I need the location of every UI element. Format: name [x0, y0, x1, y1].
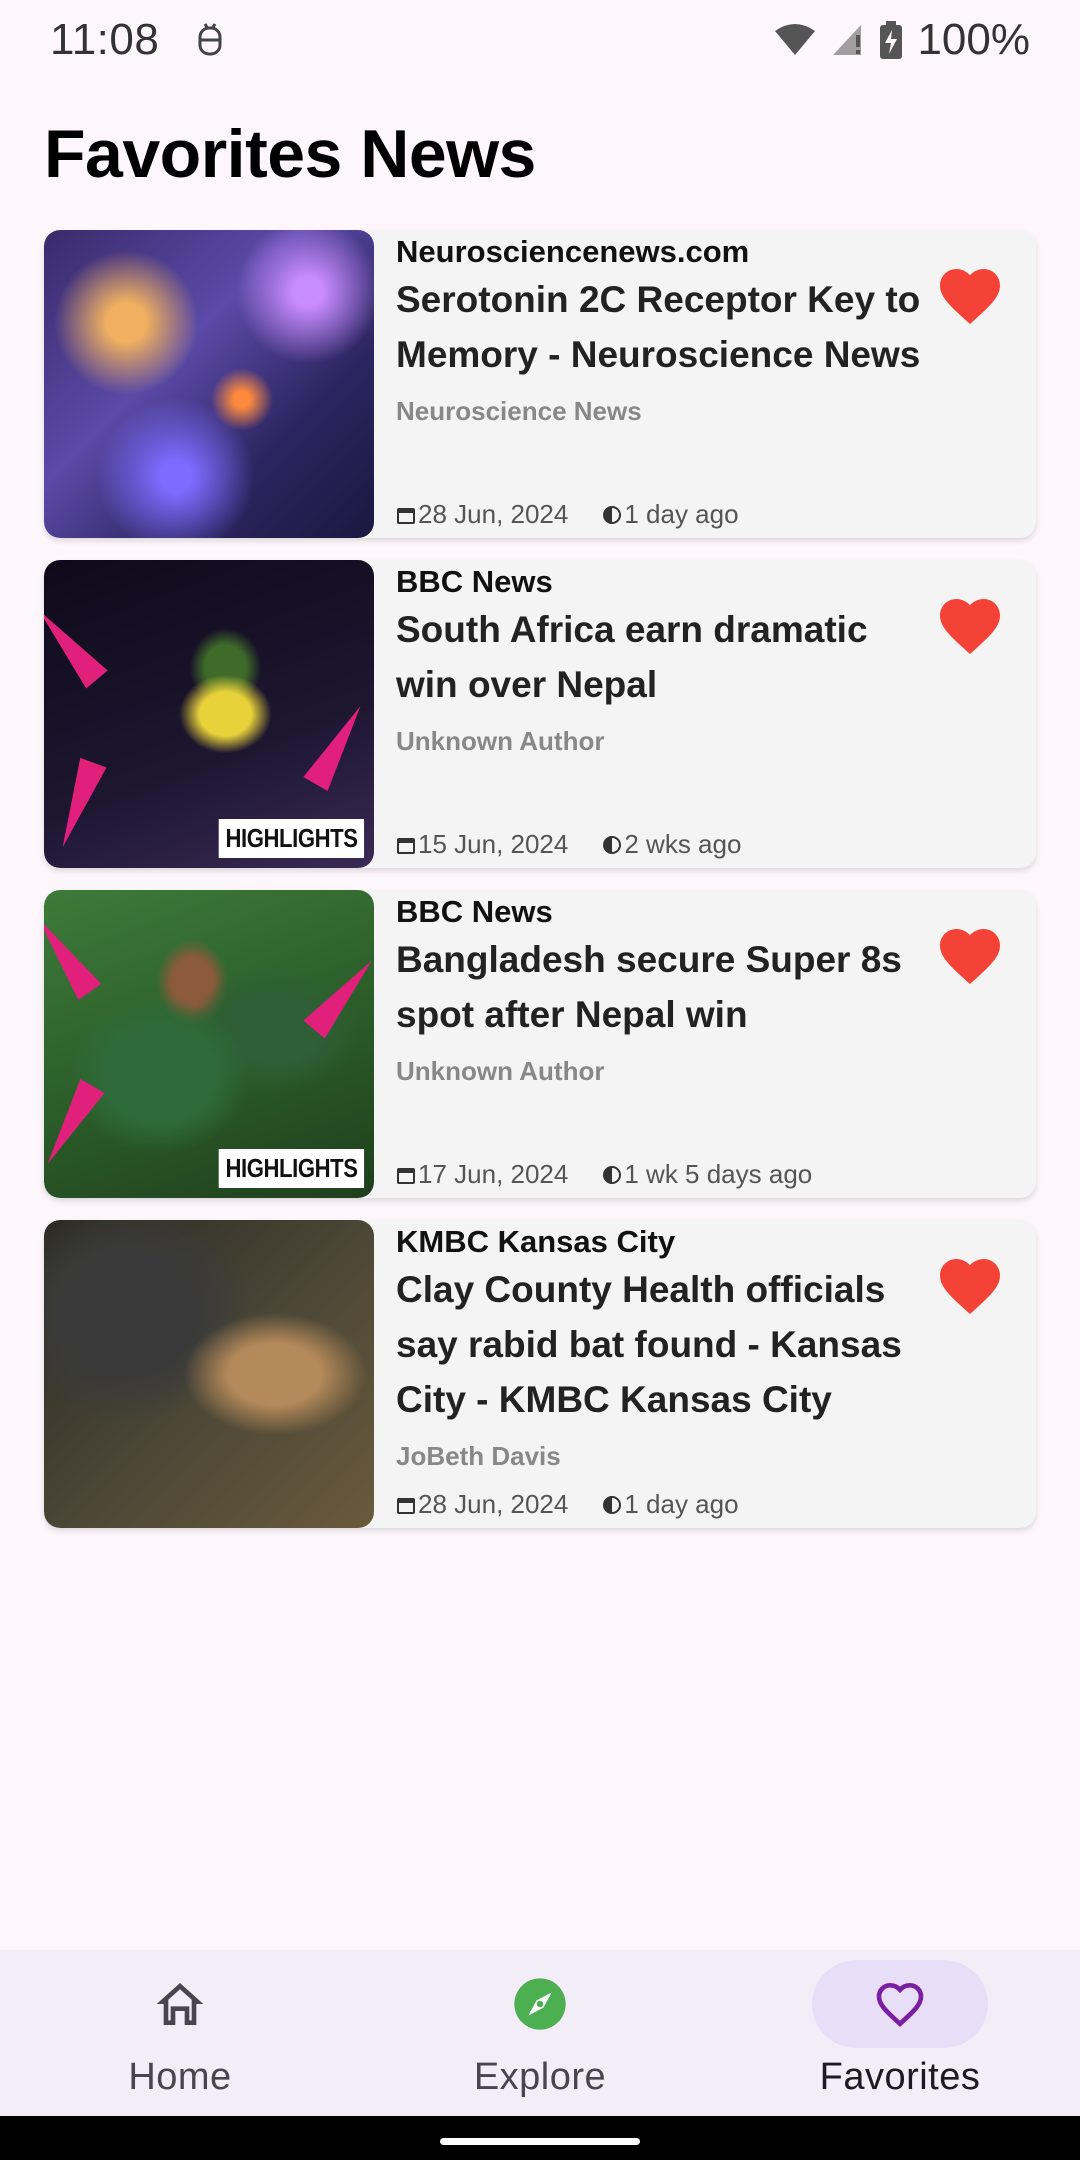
news-card[interactable]: HIGHLIGHTS BBC News South Africa earn dr…	[44, 560, 1036, 868]
home-icon	[156, 1983, 204, 2025]
news-age: 2 wks ago	[602, 829, 741, 860]
news-date: 28 Jun, 2024	[396, 1489, 568, 1520]
favorite-heart-icon[interactable]	[934, 590, 1006, 656]
bottom-navigation: Home Explore Favorites	[0, 1950, 1080, 2116]
news-title: Bangladesh secure Super 8s spot after Ne…	[396, 939, 902, 1035]
calendar-icon	[397, 1497, 415, 1514]
signal-icon	[833, 25, 862, 55]
news-title: Clay County Health officials say rabid b…	[396, 1269, 902, 1420]
clock-icon	[603, 1495, 622, 1514]
nav-label: Home	[128, 2056, 232, 2098]
news-meta: 15 Jun, 2024 2 wks ago	[396, 829, 741, 860]
thumb-decoration	[44, 910, 102, 1000]
wifi-icon	[775, 24, 816, 55]
calendar-icon	[397, 1167, 415, 1184]
favorite-heart-icon[interactable]	[934, 920, 1006, 986]
news-date: 15 Jun, 2024	[396, 829, 568, 860]
news-age-text: 2 wks ago	[624, 829, 742, 859]
nav-icon-container	[92, 1960, 268, 2048]
news-age: 1 day ago	[602, 499, 739, 530]
status-icons: 100%	[773, 15, 1030, 65]
news-age: 1 wk 5 days ago	[602, 1159, 812, 1190]
news-date: 17 Jun, 2024	[396, 1159, 568, 1190]
news-age: 1 day ago	[602, 1489, 739, 1520]
news-date-text: 17 Jun, 2024	[418, 1159, 569, 1189]
news-thumbnail: HIGHLIGHTS	[44, 560, 374, 868]
heart-outline-icon	[876, 1982, 924, 2028]
news-age-text: 1 day ago	[624, 499, 739, 529]
news-age-text: 1 wk 5 days ago	[624, 1159, 813, 1189]
nav-item-explore[interactable]: Explore	[360, 1950, 720, 2116]
status-time: 11:08	[50, 15, 160, 64]
nav-icon-container	[812, 1960, 988, 2048]
news-thumbnail	[44, 1220, 374, 1528]
calendar-icon	[397, 507, 415, 524]
nav-icon-container	[452, 1960, 628, 2048]
favorite-heart-icon[interactable]	[934, 1250, 1006, 1316]
news-meta: 28 Jun, 2024 1 day ago	[396, 1489, 739, 1520]
highlights-badge: HIGHLIGHTS	[218, 1149, 364, 1188]
thumb-decoration	[44, 1079, 105, 1171]
home-gesture-handle[interactable]	[440, 2138, 640, 2145]
debug-icon	[198, 23, 222, 56]
news-author: Unknown Author	[396, 1056, 605, 1086]
news-meta: 17 Jun, 2024 1 wk 5 days ago	[396, 1159, 812, 1190]
clock-icon	[603, 1165, 622, 1184]
nav-item-favorites[interactable]: Favorites	[720, 1950, 1080, 2116]
page-title: Favorites News	[44, 116, 536, 192]
news-meta: 28 Jun, 2024 1 day ago	[396, 499, 739, 530]
thumb-decoration	[44, 601, 108, 689]
news-date-text: 28 Jun, 2024	[418, 1489, 569, 1519]
thumb-decoration	[303, 699, 373, 791]
clock-icon	[603, 505, 622, 524]
favorites-list: Neurosciencenews.com Serotonin 2C Recept…	[44, 230, 1036, 1550]
compass-icon	[514, 1978, 566, 2030]
favorite-heart-icon[interactable]	[934, 260, 1006, 326]
news-card[interactable]: HIGHLIGHTS BBC News Bangladesh secure Su…	[44, 890, 1036, 1198]
thumb-decoration	[303, 951, 374, 1039]
nav-label: Explore	[473, 2056, 607, 2098]
news-date: 28 Jun, 2024	[396, 499, 568, 530]
calendar-icon	[397, 837, 415, 854]
news-author: JoBeth Davis	[396, 1441, 561, 1471]
news-thumbnail: HIGHLIGHTS	[44, 890, 374, 1198]
news-author: Unknown Author	[396, 726, 605, 756]
news-title: Serotonin 2C Receptor Key to Memory - Ne…	[396, 279, 921, 375]
news-author: Neuroscience News	[396, 396, 642, 426]
news-date-text: 28 Jun, 2024	[418, 499, 569, 529]
thumb-decoration	[49, 757, 107, 853]
battery-percent: 100%	[917, 15, 1030, 64]
clock-icon	[603, 835, 622, 854]
status-bar: 11:08 100%	[0, 0, 1080, 80]
battery-icon	[880, 21, 903, 59]
highlights-badge: HIGHLIGHTS	[218, 819, 364, 858]
nav-label: Favorites	[819, 2056, 981, 2098]
news-date-text: 15 Jun, 2024	[418, 829, 569, 859]
news-card[interactable]: Neurosciencenews.com Serotonin 2C Recept…	[44, 230, 1036, 538]
news-thumbnail	[44, 230, 374, 538]
news-title: South Africa earn dramatic win over Nepa…	[396, 609, 868, 705]
nav-item-home[interactable]: Home	[0, 1950, 360, 2116]
news-card[interactable]: KMBC Kansas City Clay County Health offi…	[44, 1220, 1036, 1528]
news-age-text: 1 day ago	[624, 1489, 739, 1519]
